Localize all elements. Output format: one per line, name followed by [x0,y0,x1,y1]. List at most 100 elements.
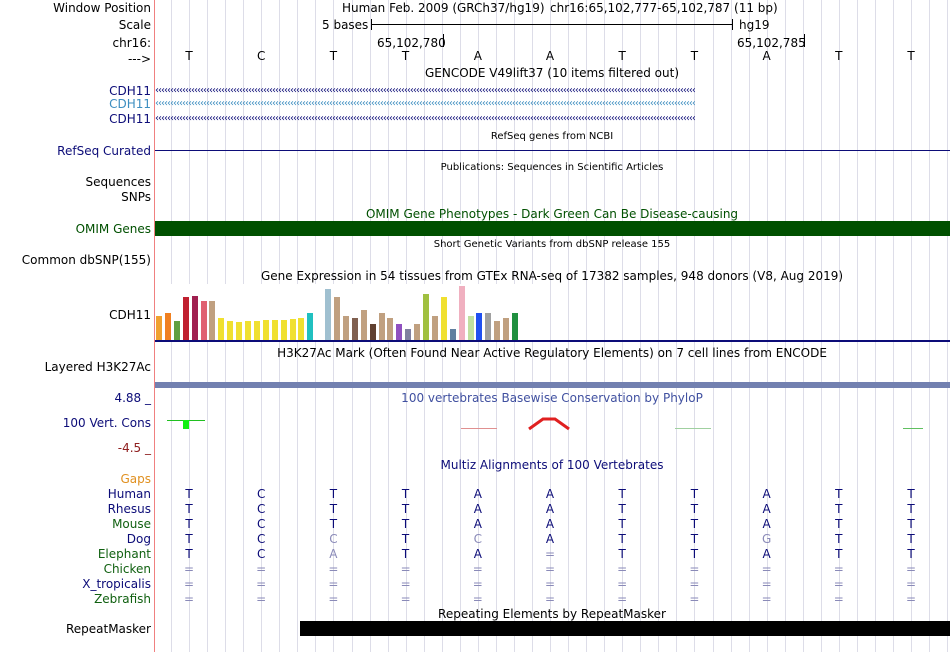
gtex-tissue-bar[interactable] [200,301,207,340]
gtex-tissue-bar[interactable] [236,322,243,340]
gtex-tissue-bar[interactable] [298,318,305,340]
dbsnp-label[interactable]: Common dbSNP(155) [22,253,151,267]
gtex-tissue-bar[interactable] [431,316,438,340]
omim-feature-bar[interactable] [155,221,950,236]
repeatmasker-element[interactable] [300,621,950,636]
alignment-base: = [761,577,772,591]
pubs-sequences-label[interactable]: Sequences [86,175,151,189]
reference-base: T [690,49,699,63]
gtex-tissue-bar[interactable] [396,324,403,340]
gtex-tissue-bar[interactable] [485,313,492,340]
gtex-tissue-bar[interactable] [405,329,412,340]
gtex-tissue-bar[interactable] [378,313,385,340]
reference-base: T [185,49,193,63]
alignment-base: T [907,517,915,531]
gtex-tissue-bar[interactable] [351,318,358,340]
phylop-label[interactable]: 100 Vert. Cons [63,416,151,430]
track-data-area[interactable]: Human Feb. 2009 (GRCh37/hg19) chr16:65,1… [155,0,950,652]
gencode-transcript-3[interactable]: ‹‹‹‹‹‹‹‹‹‹‹‹‹‹‹‹‹‹‹‹‹‹‹‹‹‹‹‹‹‹‹‹‹‹‹‹‹‹‹‹… [155,113,950,125]
alignment-base: T [690,532,699,546]
alignment-base: G [761,532,772,546]
gencode-transcript-1[interactable]: ‹‹‹‹‹‹‹‹‹‹‹‹‹‹‹‹‹‹‹‹‹‹‹‹‹‹‹‹‹‹‹‹‹‹‹‹‹‹‹‹… [155,85,950,97]
alignment-base: T [835,487,843,501]
phylop-peak[interactable] [527,415,571,431]
alignment-base: = [472,562,483,576]
gtex-tissue-bar[interactable] [458,286,465,340]
gtex-tissue-bar[interactable] [218,318,225,340]
h3k27ac-label[interactable]: Layered H3K27Ac [45,360,151,374]
gtex-tissue-bar[interactable] [334,297,340,340]
refseq-label[interactable]: RefSeq Curated [57,144,151,158]
species-label[interactable]: Human [108,487,151,501]
alignment-base: C [329,532,338,546]
species-label[interactable]: Rhesus [108,502,151,516]
gtex-tissue-bar[interactable] [280,320,287,340]
alignment-base: T [907,532,915,546]
gencode-label-1[interactable]: CDH11 [109,84,151,98]
gtex-tissue-bar[interactable] [209,301,216,340]
species-label[interactable]: Dog [127,532,151,546]
species-label[interactable]: Zebrafish [94,592,151,606]
refseq-title: RefSeq genes from NCBI [490,131,614,142]
gtex-tissue-bar[interactable] [262,320,269,340]
gtex-tissue-bar[interactable] [227,321,234,340]
repeatmasker-label[interactable]: RepeatMasker [66,622,151,636]
gtex-tissue-bar[interactable] [164,313,171,340]
coord-2-tick [804,34,805,47]
species-label[interactable]: Chicken [104,562,151,576]
gtex-tissue-bar[interactable] [449,329,456,340]
gtex-tissue-bar[interactable] [414,324,421,340]
pubs-snps-label[interactable]: SNPs [121,190,151,204]
gencode-label-3[interactable]: CDH11 [109,112,151,126]
gtex-tissue-bar[interactable] [423,294,429,340]
alignment-base: = [617,592,628,606]
gtex-tissue-bar[interactable] [440,297,447,340]
alignment-base: T [185,547,193,561]
gtex-title: Gene Expression in 54 tissues from GTEx … [260,269,844,283]
alignment-base: T [835,532,843,546]
species-label[interactable]: X_tropicalis [82,577,151,591]
gtex-tissue-bar[interactable] [467,316,474,340]
gtex-tissue-bar[interactable] [512,313,518,340]
chrom-label: chr16: [112,36,151,50]
alignment-base: = [544,592,556,606]
gtex-tissue-bar[interactable] [271,320,278,340]
gencode-label-2[interactable]: CDH11 [109,97,151,111]
gtex-tissue-bar[interactable] [325,289,332,340]
gtex-tissue-bar[interactable] [476,313,483,340]
gtex-tissue-bar[interactable] [182,297,189,340]
alignment-base: = [183,562,195,576]
gtex-tissue-bar[interactable] [369,324,376,340]
alignment-base: A [762,487,771,501]
gtex-label[interactable]: CDH11 [109,308,151,322]
gtex-tissue-bar[interactable] [173,321,180,340]
gaps-label[interactable]: Gaps [120,472,151,486]
gtex-tissue-bar[interactable] [342,316,349,340]
gtex-tissue-bar[interactable] [503,318,510,340]
h3k27ac-signal[interactable] [155,382,950,388]
species-label[interactable]: Mouse [112,517,151,531]
alignment-base: = [689,592,700,606]
gtex-tissue-bar[interactable] [307,313,314,340]
gtex-tissue-bar[interactable] [494,321,501,340]
gtex-tissue-bar[interactable] [253,321,260,340]
phylop-bar-2[interactable] [461,428,497,429]
omim-label[interactable]: OMIM Genes [76,222,151,236]
refseq-gene-line[interactable] [155,150,950,151]
gtex-tissue-bar[interactable] [360,310,367,340]
db-text: hg19 [739,18,770,32]
gtex-tissue-bar[interactable] [191,296,198,340]
alignment-base: T [907,502,915,516]
phylop-bar-1[interactable] [183,420,189,429]
alignment-base: = [689,577,700,591]
gencode-transcript-2[interactable]: ‹‹‹‹‹‹‹‹‹‹‹‹‹‹‹‹‹‹‹‹‹‹‹‹‹‹‹‹‹‹‹‹‹‹‹‹‹‹‹‹… [155,98,950,110]
gtex-tissue-bar[interactable] [156,316,162,340]
scale-bar-right-tick [732,19,733,30]
gtex-tissue-bar[interactable] [245,321,251,340]
alignment-base: C [256,532,266,546]
alignment-base: = [905,577,917,591]
gtex-tissue-bar[interactable] [289,319,296,340]
gtex-tissue-bar[interactable] [387,318,394,340]
alignment-base: A [762,517,771,531]
species-label[interactable]: Elephant [98,547,151,561]
